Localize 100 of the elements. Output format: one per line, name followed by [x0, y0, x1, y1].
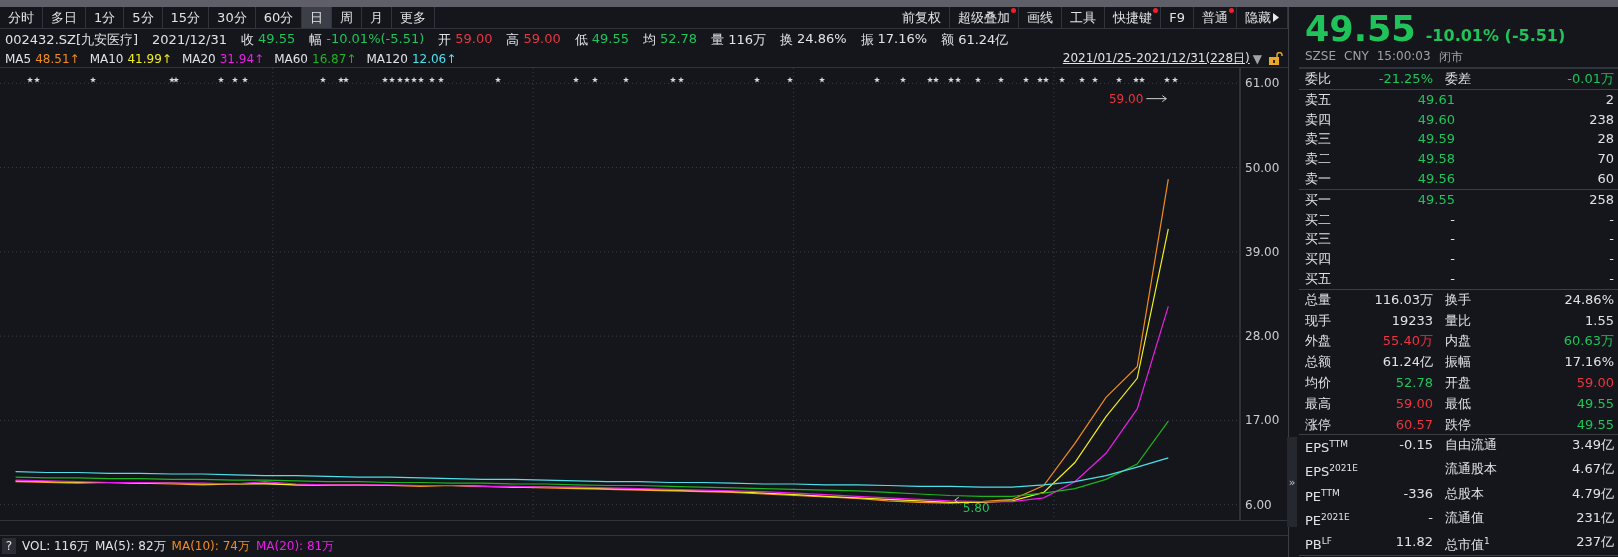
axis-tick-label: 39.00	[1245, 244, 1280, 259]
toolbar-button[interactable]: 普通	[1194, 7, 1237, 28]
stat-value: 55.40万	[1381, 332, 1434, 351]
stat-label: EPS$^{TTM}$	[1305, 438, 1349, 458]
order-volume: 70	[1596, 150, 1614, 169]
stat-value: 59.00	[1575, 373, 1614, 392]
stat-value: 4.67亿	[1571, 460, 1614, 479]
ma-value: 41.99↑	[127, 51, 172, 66]
field-value: 116万	[728, 30, 766, 49]
stat-value: 17.16%	[1563, 353, 1614, 372]
volume-stat: MA(20): 81万	[255, 537, 335, 555]
toolbar-button[interactable]: 快捷键	[1105, 7, 1162, 28]
stat-label: 外盘	[1305, 332, 1332, 351]
order-price: 49.56	[1416, 170, 1455, 188]
toolbar-button[interactable]: 超级叠加	[950, 7, 1020, 28]
field-value: 49.55	[591, 30, 629, 48]
ma-label: MA10	[89, 51, 124, 66]
order-level-label: 卖三	[1305, 130, 1332, 149]
stat-label: 自由流通	[1445, 436, 1498, 455]
ma-value: 31.94↑	[219, 51, 265, 66]
order-volume: -	[1608, 230, 1614, 249]
toolbar-button[interactable]: 工具	[1062, 7, 1106, 28]
ma-value: 12.06↑	[411, 51, 457, 66]
toolbar-button[interactable]: 前复权	[894, 7, 951, 28]
field-label: 振	[860, 30, 874, 49]
period-tab[interactable]: 月	[362, 7, 393, 28]
stat-value: -	[1427, 508, 1434, 527]
collapse-handle[interactable]: »	[1287, 437, 1297, 527]
ma-label: MA5	[5, 51, 32, 66]
field-label: 换	[779, 30, 793, 49]
toolbar-button[interactable]: F9	[1161, 7, 1194, 28]
field-label: 低	[574, 30, 588, 49]
period-tab[interactable]: 5分	[124, 7, 163, 28]
stat-label: 总额	[1305, 353, 1332, 372]
stat-value: 49.55	[1575, 415, 1614, 434]
padlock-icon[interactable]	[1269, 52, 1283, 65]
stat-label: 最低	[1445, 394, 1472, 413]
stat-label: PE$^{2021E}$	[1305, 510, 1351, 531]
order-price: -	[1449, 269, 1455, 288]
field-label: 收	[241, 30, 254, 49]
ma-label: MA120	[366, 51, 408, 66]
date-range-link[interactable]: 2021/01/25-2021/12/31(228日)	[1062, 50, 1250, 67]
period-tab[interactable]: 周	[332, 7, 363, 28]
ma-label: MA60	[274, 51, 308, 66]
stat-value: -0.15	[1398, 436, 1434, 455]
field-label: 量	[711, 30, 725, 49]
period-tab[interactable]: 15分	[162, 7, 210, 28]
order-volume: 238	[1588, 110, 1614, 129]
stat-label: 量比	[1445, 311, 1472, 330]
order-price: -	[1449, 250, 1455, 269]
caret-icon[interactable]: ▼	[1252, 51, 1262, 66]
field-label: 均	[642, 30, 656, 49]
triangle-right-icon	[1273, 13, 1279, 22]
order-level-label: 买四	[1305, 250, 1332, 269]
stat-label: 跌停	[1445, 415, 1472, 434]
period-tab[interactable]: 日	[302, 7, 333, 28]
stat-value: 59.00	[1394, 394, 1434, 413]
stat-value: 61.24亿	[1381, 353, 1434, 372]
stat-label: 总量	[1305, 290, 1332, 309]
order-price: 49.58	[1416, 150, 1455, 169]
stat-value: 19233	[1390, 311, 1434, 330]
period-tab[interactable]: 多日	[43, 7, 86, 28]
event-markers-drawing[interactable]	[27, 76, 1178, 83]
order-volume: -	[1608, 250, 1614, 269]
toolbar-button[interactable]: 画线	[1019, 7, 1063, 28]
field-label: 开	[438, 30, 452, 49]
stat-value: 237亿	[1575, 532, 1614, 551]
stat-value: 52.78	[1394, 373, 1434, 392]
period-tab[interactable]: 更多	[392, 7, 436, 28]
currency-label: CNY	[1344, 49, 1369, 65]
stat-label: PB$^{LF}$	[1305, 534, 1333, 555]
order-volume: 28	[1596, 130, 1614, 149]
axis-tick-label: 17.00	[1245, 413, 1280, 428]
stat-label: PE$^{TTM}$	[1305, 486, 1341, 506]
order-volume: -	[1608, 269, 1614, 288]
help-button[interactable]: ?	[2, 538, 16, 554]
order-level-label: 买五	[1305, 269, 1332, 288]
period-tab[interactable]: 30分	[209, 7, 256, 28]
field-label: 幅	[309, 30, 323, 49]
ma-value: 48.51↑	[35, 51, 80, 66]
market-status: 闭市	[1438, 49, 1463, 66]
field-value: 17.16%	[877, 30, 928, 48]
field-value: 52.78	[659, 30, 698, 48]
field-value: -10.01%(-5.51)	[326, 30, 425, 48]
field-label: 额	[941, 30, 955, 49]
stat-value: -336	[1402, 484, 1434, 503]
order-level-label: 买一	[1305, 190, 1332, 209]
stat-label: 开盘	[1445, 373, 1472, 392]
stat-value: 11.82	[1394, 532, 1434, 551]
volume-stat: VOL: 116万	[22, 537, 89, 555]
toolbar-button[interactable]: 隐藏	[1237, 7, 1288, 28]
period-tab[interactable]: 1分	[86, 7, 125, 28]
order-price: 49.55	[1416, 190, 1455, 209]
period-tab[interactable]: 分时	[0, 7, 43, 28]
field-value: 24.86%	[796, 30, 847, 48]
order-level-label: 买二	[1305, 210, 1332, 229]
order-price: -	[1449, 230, 1455, 249]
stock-code: 002432.SZ[九安医疗]	[5, 30, 139, 49]
stat-value: 60.57	[1394, 415, 1434, 434]
stat-label: 总股本	[1445, 484, 1485, 503]
